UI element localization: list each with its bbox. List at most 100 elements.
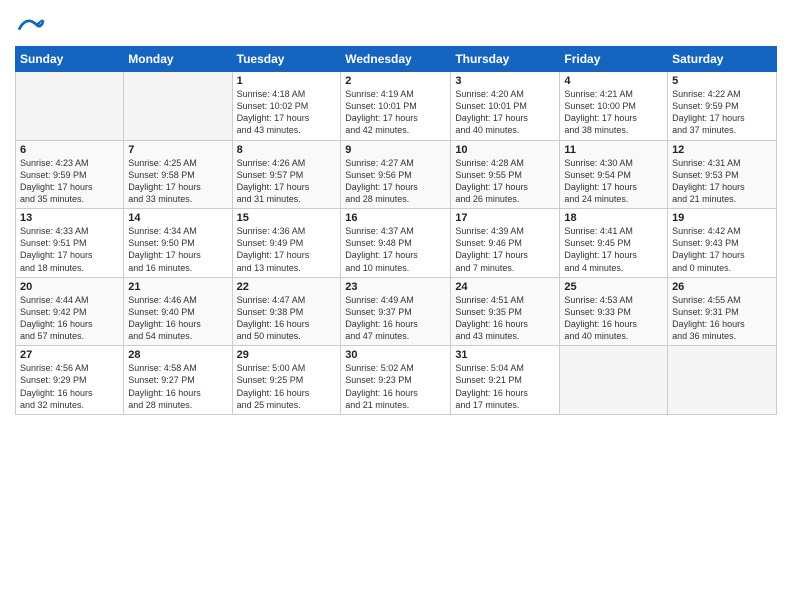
day-info: Sunrise: 4:36 AM Sunset: 9:49 PM Dayligh… xyxy=(237,225,337,274)
day-info: Sunrise: 4:51 AM Sunset: 9:35 PM Dayligh… xyxy=(455,294,555,343)
table-row: 21Sunrise: 4:46 AM Sunset: 9:40 PM Dayli… xyxy=(124,277,232,346)
day-info: Sunrise: 5:00 AM Sunset: 9:25 PM Dayligh… xyxy=(237,362,337,411)
table-row: 3Sunrise: 4:20 AM Sunset: 10:01 PM Dayli… xyxy=(451,72,560,141)
day-number: 11 xyxy=(564,144,663,156)
table-row: 25Sunrise: 4:53 AM Sunset: 9:33 PM Dayli… xyxy=(560,277,668,346)
logo xyxy=(15,10,45,38)
day-number: 7 xyxy=(128,144,227,156)
calendar-week-row: 27Sunrise: 4:56 AM Sunset: 9:29 PM Dayli… xyxy=(16,346,777,415)
calendar-table: Sunday Monday Tuesday Wednesday Thursday… xyxy=(15,46,777,415)
day-number: 22 xyxy=(237,281,337,293)
table-row: 4Sunrise: 4:21 AM Sunset: 10:00 PM Dayli… xyxy=(560,72,668,141)
table-row: 16Sunrise: 4:37 AM Sunset: 9:48 PM Dayli… xyxy=(341,209,451,278)
table-row xyxy=(668,346,777,415)
table-row: 23Sunrise: 4:49 AM Sunset: 9:37 PM Dayli… xyxy=(341,277,451,346)
day-info: Sunrise: 4:42 AM Sunset: 9:43 PM Dayligh… xyxy=(672,225,772,274)
col-tuesday: Tuesday xyxy=(232,47,341,72)
day-info: Sunrise: 4:20 AM Sunset: 10:01 PM Daylig… xyxy=(455,88,555,137)
day-number: 3 xyxy=(455,75,555,87)
day-number: 18 xyxy=(564,212,663,224)
table-row: 22Sunrise: 4:47 AM Sunset: 9:38 PM Dayli… xyxy=(232,277,341,346)
calendar-week-row: 20Sunrise: 4:44 AM Sunset: 9:42 PM Dayli… xyxy=(16,277,777,346)
day-number: 2 xyxy=(345,75,446,87)
day-info: Sunrise: 4:31 AM Sunset: 9:53 PM Dayligh… xyxy=(672,157,772,206)
day-number: 26 xyxy=(672,281,772,293)
day-info: Sunrise: 4:25 AM Sunset: 9:58 PM Dayligh… xyxy=(128,157,227,206)
table-row: 30Sunrise: 5:02 AM Sunset: 9:23 PM Dayli… xyxy=(341,346,451,415)
day-number: 4 xyxy=(564,75,663,87)
calendar-week-row: 13Sunrise: 4:33 AM Sunset: 9:51 PM Dayli… xyxy=(16,209,777,278)
table-row: 10Sunrise: 4:28 AM Sunset: 9:55 PM Dayli… xyxy=(451,140,560,209)
table-row: 13Sunrise: 4:33 AM Sunset: 9:51 PM Dayli… xyxy=(16,209,124,278)
table-row: 15Sunrise: 4:36 AM Sunset: 9:49 PM Dayli… xyxy=(232,209,341,278)
day-info: Sunrise: 4:23 AM Sunset: 9:59 PM Dayligh… xyxy=(20,157,119,206)
day-number: 24 xyxy=(455,281,555,293)
day-info: Sunrise: 4:34 AM Sunset: 9:50 PM Dayligh… xyxy=(128,225,227,274)
table-row: 12Sunrise: 4:31 AM Sunset: 9:53 PM Dayli… xyxy=(668,140,777,209)
day-info: Sunrise: 4:33 AM Sunset: 9:51 PM Dayligh… xyxy=(20,225,119,274)
table-row xyxy=(124,72,232,141)
col-sunday: Sunday xyxy=(16,47,124,72)
day-number: 6 xyxy=(20,144,119,156)
table-row: 6Sunrise: 4:23 AM Sunset: 9:59 PM Daylig… xyxy=(16,140,124,209)
day-info: Sunrise: 4:30 AM Sunset: 9:54 PM Dayligh… xyxy=(564,157,663,206)
day-info: Sunrise: 4:53 AM Sunset: 9:33 PM Dayligh… xyxy=(564,294,663,343)
page: Sunday Monday Tuesday Wednesday Thursday… xyxy=(0,0,792,612)
day-number: 23 xyxy=(345,281,446,293)
day-info: Sunrise: 5:04 AM Sunset: 9:21 PM Dayligh… xyxy=(455,362,555,411)
day-number: 12 xyxy=(672,144,772,156)
day-number: 28 xyxy=(128,349,227,361)
logo-icon xyxy=(17,10,45,38)
table-row: 11Sunrise: 4:30 AM Sunset: 9:54 PM Dayli… xyxy=(560,140,668,209)
header xyxy=(15,10,777,38)
table-row: 24Sunrise: 4:51 AM Sunset: 9:35 PM Dayli… xyxy=(451,277,560,346)
table-row: 26Sunrise: 4:55 AM Sunset: 9:31 PM Dayli… xyxy=(668,277,777,346)
day-number: 17 xyxy=(455,212,555,224)
table-row: 14Sunrise: 4:34 AM Sunset: 9:50 PM Dayli… xyxy=(124,209,232,278)
day-number: 25 xyxy=(564,281,663,293)
day-info: Sunrise: 4:44 AM Sunset: 9:42 PM Dayligh… xyxy=(20,294,119,343)
day-number: 5 xyxy=(672,75,772,87)
day-number: 9 xyxy=(345,144,446,156)
day-info: Sunrise: 4:22 AM Sunset: 9:59 PM Dayligh… xyxy=(672,88,772,137)
day-number: 13 xyxy=(20,212,119,224)
table-row: 18Sunrise: 4:41 AM Sunset: 9:45 PM Dayli… xyxy=(560,209,668,278)
day-number: 8 xyxy=(237,144,337,156)
day-number: 1 xyxy=(237,75,337,87)
day-number: 14 xyxy=(128,212,227,224)
table-row: 2Sunrise: 4:19 AM Sunset: 10:01 PM Dayli… xyxy=(341,72,451,141)
table-row: 9Sunrise: 4:27 AM Sunset: 9:56 PM Daylig… xyxy=(341,140,451,209)
table-row: 1Sunrise: 4:18 AM Sunset: 10:02 PM Dayli… xyxy=(232,72,341,141)
day-number: 30 xyxy=(345,349,446,361)
day-number: 20 xyxy=(20,281,119,293)
table-row: 31Sunrise: 5:04 AM Sunset: 9:21 PM Dayli… xyxy=(451,346,560,415)
day-number: 27 xyxy=(20,349,119,361)
col-saturday: Saturday xyxy=(668,47,777,72)
day-info: Sunrise: 4:47 AM Sunset: 9:38 PM Dayligh… xyxy=(237,294,337,343)
table-row: 27Sunrise: 4:56 AM Sunset: 9:29 PM Dayli… xyxy=(16,346,124,415)
day-info: Sunrise: 4:21 AM Sunset: 10:00 PM Daylig… xyxy=(564,88,663,137)
day-number: 21 xyxy=(128,281,227,293)
day-info: Sunrise: 4:49 AM Sunset: 9:37 PM Dayligh… xyxy=(345,294,446,343)
col-friday: Friday xyxy=(560,47,668,72)
table-row xyxy=(16,72,124,141)
day-info: Sunrise: 4:27 AM Sunset: 9:56 PM Dayligh… xyxy=(345,157,446,206)
calendar-header-row: Sunday Monday Tuesday Wednesday Thursday… xyxy=(16,47,777,72)
calendar-week-row: 1Sunrise: 4:18 AM Sunset: 10:02 PM Dayli… xyxy=(16,72,777,141)
day-info: Sunrise: 4:37 AM Sunset: 9:48 PM Dayligh… xyxy=(345,225,446,274)
table-row: 17Sunrise: 4:39 AM Sunset: 9:46 PM Dayli… xyxy=(451,209,560,278)
day-number: 29 xyxy=(237,349,337,361)
day-info: Sunrise: 4:55 AM Sunset: 9:31 PM Dayligh… xyxy=(672,294,772,343)
table-row: 20Sunrise: 4:44 AM Sunset: 9:42 PM Dayli… xyxy=(16,277,124,346)
day-info: Sunrise: 4:19 AM Sunset: 10:01 PM Daylig… xyxy=(345,88,446,137)
col-wednesday: Wednesday xyxy=(341,47,451,72)
table-row: 29Sunrise: 5:00 AM Sunset: 9:25 PM Dayli… xyxy=(232,346,341,415)
day-info: Sunrise: 4:18 AM Sunset: 10:02 PM Daylig… xyxy=(237,88,337,137)
table-row: 19Sunrise: 4:42 AM Sunset: 9:43 PM Dayli… xyxy=(668,209,777,278)
day-info: Sunrise: 4:56 AM Sunset: 9:29 PM Dayligh… xyxy=(20,362,119,411)
calendar-week-row: 6Sunrise: 4:23 AM Sunset: 9:59 PM Daylig… xyxy=(16,140,777,209)
col-thursday: Thursday xyxy=(451,47,560,72)
table-row: 7Sunrise: 4:25 AM Sunset: 9:58 PM Daylig… xyxy=(124,140,232,209)
day-info: Sunrise: 4:58 AM Sunset: 9:27 PM Dayligh… xyxy=(128,362,227,411)
day-info: Sunrise: 4:39 AM Sunset: 9:46 PM Dayligh… xyxy=(455,225,555,274)
